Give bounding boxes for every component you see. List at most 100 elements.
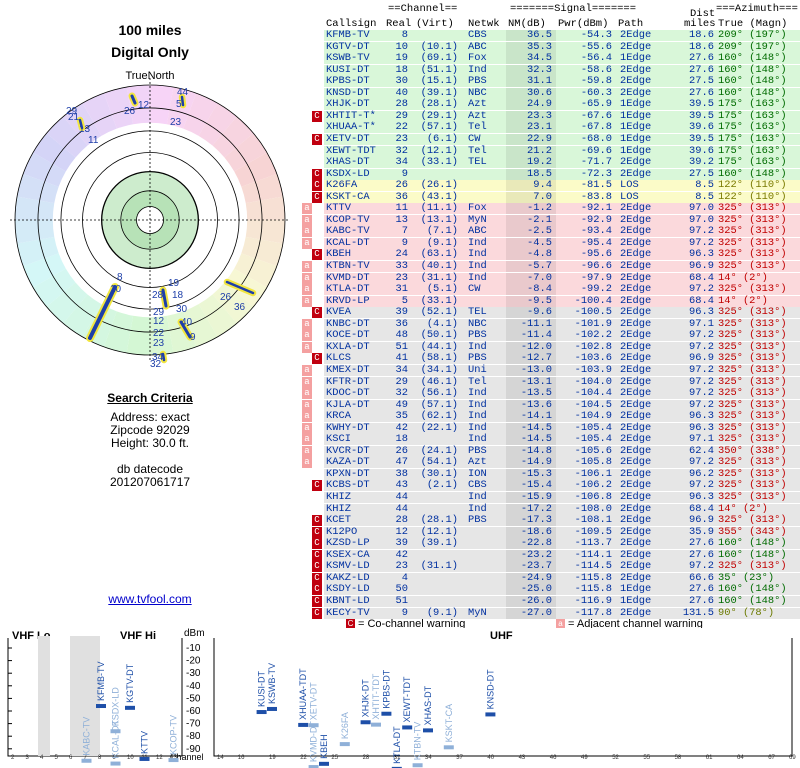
co-channel-icon: C [312,572,322,584]
cell-azimuth: 175° (163°) [718,132,787,145]
cell-path: 2Edge [620,260,652,272]
spectrum-station-label: KFMB-TV [96,662,106,702]
cell-callsign: KHIZ [326,491,351,503]
cell-virt: (22.1) [420,421,458,434]
x-tick-label: 40 [487,755,494,761]
col-group-signal: =======Signal======= [510,3,637,15]
page-title: 100 miles [118,22,182,38]
polar-channel-label: 36 [234,302,246,313]
cell-callsign: KBNT-LD [326,594,370,607]
cell-real: 51 [395,594,408,607]
adjacent-channel-icon: a [302,330,312,342]
spectrum-station-mark [298,722,309,727]
cell-netwk: Ind [468,387,487,400]
gap-column [38,636,50,756]
y-tick-label: -70 [186,719,201,730]
spectrum-station-label: XHUAA-TDT [298,668,308,720]
cell-path: 2Edge [620,491,652,503]
table-row: a KDOC-DT 32 (56.1) Ind -13.5 -104.4 2Edge 97.2 3… [300,387,800,400]
adjacent-channel-icon: a [302,226,312,238]
x-tick-label: 46 [550,755,557,761]
y-tick-label: -90 [186,744,201,755]
cell-azimuth: 160° (148°) [718,594,787,607]
spectrum-station-label: XHTIT-TDT [371,673,381,719]
cell-pwr: -99.2 [580,283,612,296]
cell-dist: 27.6 [689,594,714,607]
cell-callsign: KSWB-TV [326,52,370,65]
co-channel-icon: C [312,584,322,596]
polar-channel-label: 28 [152,290,164,301]
x-tick-label: 34 [425,755,432,761]
cell-virt: (31.1) [420,560,458,573]
spectrum-station-mark [371,722,381,727]
cell-nm: 36.5 [527,29,552,41]
spectrum-station-label: KTLA-DT [392,726,402,764]
y-tick-label: -30 [186,668,201,679]
spectrum-station-label: KSDX-LD [111,687,121,727]
cell-virt: (33.1) [420,156,458,169]
polar-channel-label: 8 [117,272,123,283]
polar-channel-label: 23 [170,117,182,128]
y-tick-label: -20 [186,656,201,667]
cell-pwr: -71.7 [580,156,612,169]
cell-azimuth: 90° (78°) [718,606,775,619]
spectrum-station-label: KVMD-DT [309,721,319,762]
spectrum-station-label: XHAS-DT [423,685,433,725]
cell-real: 28 [395,514,408,527]
cell-netwk: PBS [468,514,487,527]
cell-callsign: KMEX-DT [326,363,370,376]
co-channel-icon: C [312,480,322,492]
cell-azimuth: 325° (313°) [718,387,787,400]
cell-path: 2Edge [620,363,652,376]
tvfool-link[interactable]: www.tvfool.com [0,592,300,606]
spectrum-station-mark [125,705,135,710]
spectrum-station-mark [412,763,423,768]
x-tick-label: 12 [156,755,163,761]
cell-callsign: KCET [326,514,351,527]
spectrum-station-label: KABC-TV [82,717,92,756]
cell-virt: (26.1) [420,179,458,192]
x-tick-label: 58 [675,755,682,761]
cell-nm: 34.5 [527,52,552,65]
cell-dist: 97.2 [689,283,714,296]
cell-nm: -27.0 [520,606,552,619]
co-channel-icon: C [312,607,322,619]
table-row: C KBNT-LD 51 -26.0 -116.9 1Edge 27.6 160° (148°… [300,594,800,608]
col-group-channel: ==Channel== [388,3,458,15]
cell-real: 35 [395,410,408,423]
table-row: KSWB-TV 19 (69.1) Fox 34.5 -56.4 1Edge 27.6 160°… [300,52,800,65]
cell-pwr: -56.4 [580,52,612,65]
adjacent-channel-icon: a [302,457,312,469]
col-virt: (Virt) [416,18,454,30]
spectrum-station-mark [256,710,267,715]
cell-nm: -26.0 [520,594,552,607]
cell-pwr: -108.1 [574,514,612,527]
cell-azimuth: 325° (313°) [718,363,787,376]
spectrum-station-label: KUSI-DT [257,671,267,708]
adjacent-channel-icon: a [302,399,312,411]
x-tick-label: 64 [737,755,744,761]
cell-path: 2Edge [620,514,652,527]
adjacent-channel-icon: a [302,261,312,272]
cell-nm: -13.5 [520,387,552,400]
cell-dist: 96.9 [689,260,714,272]
polar-channel-label: 5 [176,99,182,110]
cell-path: 1Edge [620,52,652,65]
cell-azimuth: 325° (313°) [718,410,787,423]
cell-dist: 39.5 [689,132,714,145]
cell-netwk: CBS [468,29,487,41]
cell-callsign: KTBN-TV [326,260,370,272]
cell-azimuth: 325° (313°) [718,491,787,503]
cell-virt: (28.1) [420,514,458,527]
cell-virt: (56.1) [420,387,458,400]
table-row: C KCET 28 (28.1) PBS -17.3 -108.1 2Edge 96.9 325°… [300,514,800,527]
cell-path: 2Edge [620,387,652,400]
cell-dist: 8.5 [695,179,714,192]
adjacent-channel-icon: a [302,203,312,215]
polar-channel-label: 26 [124,106,136,117]
cell-path: LOS [620,179,639,192]
table-row: a KTBN-TV 33 (40.1) Ind -5.7 -96.6 2Edge 96.9 325… [300,260,800,273]
spectrum-station-mark [267,706,277,711]
cell-pwr: -106.8 [574,491,612,503]
station-table: ==Channel== =======Signal======= ===Azim… [300,0,800,619]
